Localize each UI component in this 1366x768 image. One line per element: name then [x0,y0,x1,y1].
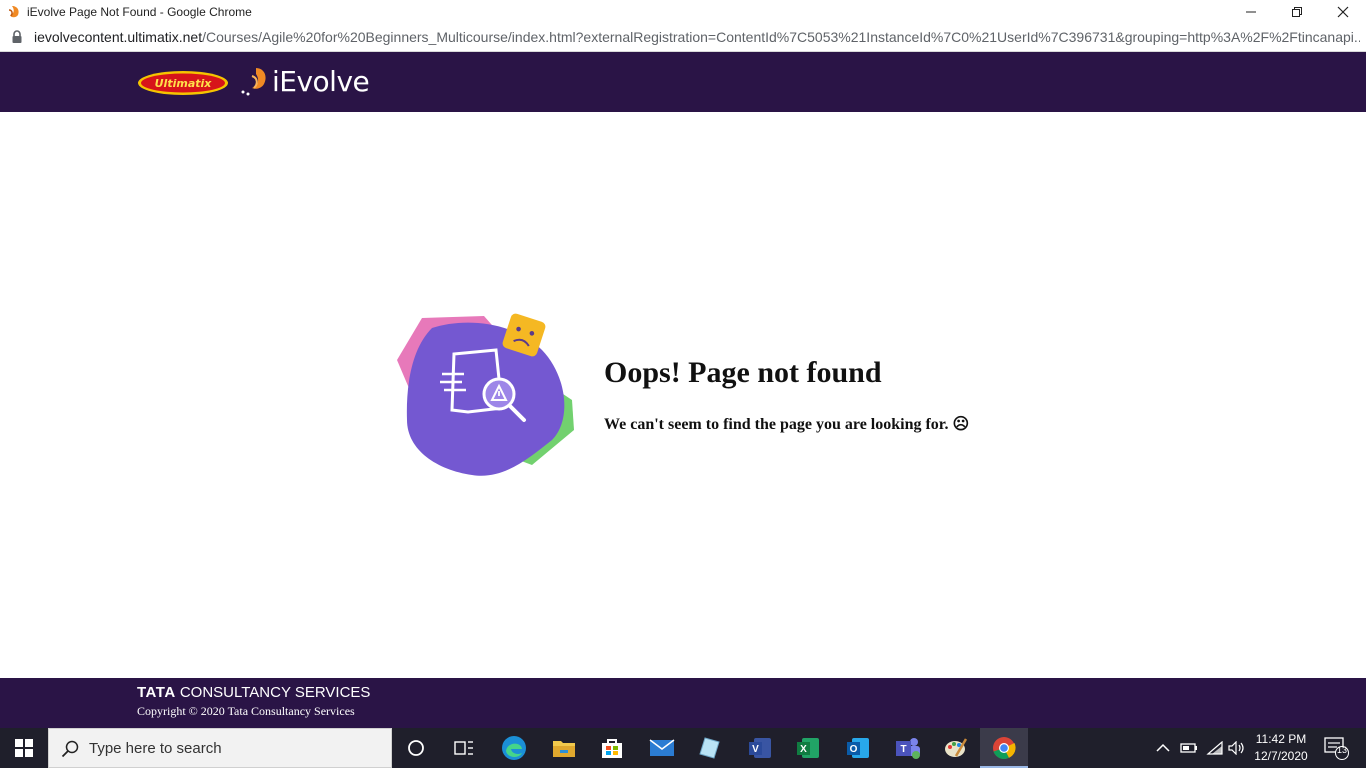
paint-button[interactable] [932,728,980,768]
url-path: /Courses/Agile%20for%20Beginners_Multico… [202,29,1360,45]
task-view-button[interactable] [440,728,488,768]
paint-icon [945,738,968,757]
url-text[interactable]: ievolvecontent.ultimatix.net/Courses/Agi… [34,29,1360,46]
copyright-text: Copyright © 2020 Tata Consultancy Servic… [137,704,355,718]
ultimatix-logo[interactable]: Ultimatix [137,70,229,96]
taskbar-search-box[interactable]: Type here to search [48,728,392,768]
tcs-logo: TATA CONSULTANCY SERVICES [137,684,370,701]
store-button[interactable] [588,728,636,768]
outlook-button[interactable]: O [834,728,882,768]
lock-icon[interactable] [11,30,23,44]
teams-icon: T [896,738,920,759]
close-button[interactable] [1320,0,1366,24]
cortana-button[interactable] [392,728,440,768]
svg-text:X: X [800,744,807,755]
edge-button[interactable] [490,728,538,768]
battery-icon [1180,743,1197,753]
cortana-icon [408,740,424,756]
notification-center-button[interactable]: 13 [1324,728,1350,768]
mail-icon [649,739,675,756]
window-title: iEvolve Page Not Found - Google Chrome [27,5,252,19]
url-host: ievolvecontent.ultimatix.net [34,29,203,45]
task-view-icon [454,741,473,755]
clock-time: 11:42 PM [1255,732,1307,746]
restore-icon [1292,7,1302,17]
volume-icon [1228,741,1244,755]
visio-icon: V [749,738,771,758]
visio-button[interactable]: V [736,728,784,768]
chrome-button[interactable] [980,728,1028,768]
svg-text:O: O [850,744,858,755]
ievolve-logo-text: iEvolve [272,65,370,98]
edge-icon [502,736,526,760]
notepad-icon [699,737,720,759]
mail-button[interactable] [638,728,686,768]
excel-button[interactable]: X [784,728,832,768]
tcs-logo-tata: TATA [137,684,176,701]
excel-icon: X [797,738,819,758]
restore-button[interactable] [1274,0,1320,24]
svg-text:V: V [752,744,759,755]
start-button[interactable] [0,728,48,768]
show-hidden-icons-button[interactable] [1156,728,1170,768]
address-bar[interactable]: ievolvecontent.ultimatix.net/Courses/Agi… [0,24,1366,52]
search-icon [61,740,79,758]
browser-titlebar: iEvolve Page Not Found - Google Chrome [0,0,1366,24]
ievolve-favicon-icon [8,6,19,18]
taskbar-clock[interactable]: 11:42 PM 12/7/2020 [1250,731,1312,765]
notepad-button[interactable] [686,728,734,768]
minimize-icon [1246,11,1256,13]
page-title: Oops! Page not found [604,356,882,389]
network-button[interactable] [1206,728,1224,768]
wifi-icon [1206,741,1223,755]
tcs-logo-text: CONSULTANCY SERVICES [179,684,371,701]
taskbar-search-placeholder: Type here to search [89,740,222,757]
outlook-icon: O [847,738,869,758]
close-icon [1337,6,1349,18]
teams-button[interactable]: T [884,728,932,768]
file-explorer-button[interactable] [540,728,588,768]
minimize-button[interactable] [1228,0,1274,24]
clock-date: 12/7/2020 [1254,749,1308,763]
error-message: We can't seem to find the page you are l… [604,416,970,433]
store-icon [602,739,622,758]
battery-button[interactable] [1180,728,1198,768]
file-explorer-icon [553,741,575,757]
svg-text:Ultimatix: Ultimatix [155,77,213,90]
page-not-found-illustration [397,313,574,476]
windows-logo-icon [15,739,33,757]
notification-badge: 13 [1336,745,1347,755]
volume-button[interactable] [1228,728,1246,768]
chrome-icon [993,737,1016,760]
svg-text:T: T [900,744,906,755]
chevron-up-icon [1156,743,1170,752]
